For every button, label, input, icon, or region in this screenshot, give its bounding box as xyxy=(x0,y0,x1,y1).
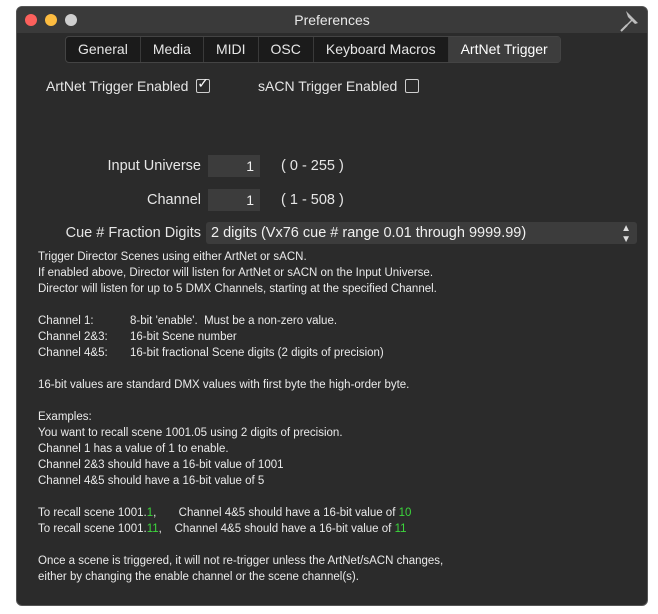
channel-desc-text: 16-bit fractional Scene digits (2 digits… xyxy=(130,347,384,359)
tab-artnet-trigger[interactable]: ArtNet Trigger xyxy=(448,37,560,62)
channel-desc-text: 8-bit 'enable'. Must be a non-zero value… xyxy=(130,315,338,327)
checkmark-icon: ✓ xyxy=(197,75,210,91)
help-line: Channel 2&3 should have a 16-bit value o… xyxy=(38,459,284,471)
sacn-enabled-checkbox[interactable] xyxy=(405,79,420,93)
cue-fraction-select[interactable]: 2 digits (Vx76 cue # range 0.01 through … xyxy=(206,222,637,245)
channel-desc-name: Channel 1: xyxy=(38,315,94,327)
input-universe-field[interactable]: 1 xyxy=(208,155,260,177)
tab-general[interactable]: General xyxy=(66,37,141,62)
recall-prefix: To recall scene 1001. xyxy=(38,523,147,535)
tab-keyboard-macros[interactable]: Keyboard Macros xyxy=(314,37,449,62)
help-line: either by changing the enable channel or… xyxy=(38,571,359,583)
channel-desc-row: Channel 4&5: 16-bit fractional Scene digi… xyxy=(38,345,638,361)
channel-desc-row: Channel 2&3: 16-bit Scene number xyxy=(38,329,638,345)
recall-mid: , Channel 4&5 should have a 16-bit value… xyxy=(158,523,395,535)
help-text: Trigger Director Scenes using either Art… xyxy=(38,249,638,585)
recall-suffix: 11 xyxy=(146,523,159,535)
cue-fraction-label: Cue # Fraction Digits xyxy=(65,225,201,241)
artnet-enabled-checkbox[interactable]: ✓ xyxy=(196,75,211,93)
sacn-enabled-row: sACN Trigger Enabled xyxy=(258,78,420,94)
help-line: Trigger Director Scenes using either Art… xyxy=(38,251,307,263)
channel-desc-row: Channel 1: 8-bit 'enable'. Must be a non-… xyxy=(38,313,638,329)
recall-mid: , Channel 4&5 should have a 16-bit value… xyxy=(153,507,399,519)
recall-value: 10 xyxy=(398,507,412,519)
help-line: Channel 4&5 should have a 16-bit value o… xyxy=(38,475,265,487)
tab-midi[interactable]: MIDI xyxy=(204,37,259,62)
channel-field[interactable]: 1 xyxy=(208,189,260,211)
preferences-window: Preferences General Media MIDI OSC Keybo… xyxy=(16,6,648,606)
cue-fraction-value: 2 digits (Vx76 cue # range 0.01 through … xyxy=(211,225,527,241)
channel-desc-text: 16-bit Scene number xyxy=(130,331,237,343)
help-line: You want to recall scene 1001.05 using 2… xyxy=(38,427,343,439)
help-line: 16-bit values are standard DMX values wi… xyxy=(38,379,410,391)
help-line: Examples: xyxy=(38,411,92,423)
title-bar: Preferences xyxy=(17,7,647,33)
sacn-enabled-label: sACN Trigger Enabled xyxy=(258,78,398,94)
channel-label: Channel xyxy=(146,192,201,208)
recall-prefix: To recall scene 1001. xyxy=(38,507,147,519)
channel-desc-name: Channel 4&5: xyxy=(38,347,108,359)
artnet-enabled-row: ArtNet Trigger Enabled ✓ xyxy=(46,75,211,94)
recall-line: To recall scene 1001.11, Channel 4&5 sho… xyxy=(38,521,638,537)
tab-osc[interactable]: OSC xyxy=(259,37,314,62)
help-line: Director will listen for up to 5 DMX Cha… xyxy=(38,283,437,295)
channel-desc-name: Channel 2&3: xyxy=(38,331,108,343)
help-line: Once a scene is triggered, it will not r… xyxy=(38,555,444,567)
chevron-updown-icon: ▲ ▼ xyxy=(621,223,631,245)
help-line: Channel 1 has a value of 1 to enable. xyxy=(38,443,229,455)
pin-icon[interactable] xyxy=(617,7,643,33)
recall-line: To recall scene 1001.1, Channel 4&5 shou… xyxy=(38,505,638,521)
recall-value: 11 xyxy=(394,523,407,535)
channel-range: ( 1 - 508 ) xyxy=(281,192,344,208)
input-universe-label: Input Universe xyxy=(107,158,202,174)
tab-bar: General Media MIDI OSC Keyboard Macros A… xyxy=(65,36,561,63)
artnet-enabled-label: ArtNet Trigger Enabled xyxy=(46,78,189,94)
help-line: If enabled above, Director will listen f… xyxy=(38,267,434,279)
input-universe-range: ( 0 - 255 ) xyxy=(281,158,344,174)
tab-media[interactable]: Media xyxy=(141,37,204,62)
window-title: Preferences xyxy=(294,12,370,28)
